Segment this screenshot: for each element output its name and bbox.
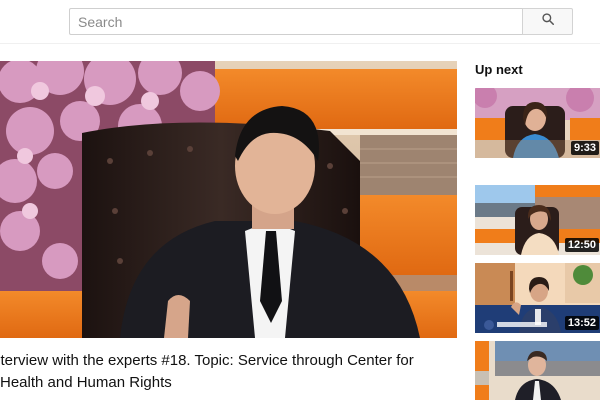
search-button[interactable] xyxy=(522,8,573,35)
search-icon xyxy=(541,12,555,31)
up-next-thumbnail-1[interactable]: 9:33 xyxy=(475,88,600,158)
up-next-thumbnail-2[interactable]: 12:50 xyxy=(475,185,600,255)
video-duration: 9:33 xyxy=(570,141,599,155)
up-next-thumbnail-4[interactable] xyxy=(475,341,600,400)
video-frame xyxy=(0,61,457,338)
masthead xyxy=(0,0,600,44)
up-next-thumbnail-3[interactable]: 13:52 xyxy=(475,263,600,333)
video-duration: 13:52 xyxy=(564,316,599,330)
video-player[interactable] xyxy=(0,61,457,338)
video-title: Interview with the experts #18. Topic: S… xyxy=(0,352,414,391)
video-duration: 12:50 xyxy=(564,238,599,252)
up-next-heading: Up next xyxy=(475,62,523,77)
thumbnail-image xyxy=(475,341,600,400)
search-input[interactable] xyxy=(69,8,523,35)
